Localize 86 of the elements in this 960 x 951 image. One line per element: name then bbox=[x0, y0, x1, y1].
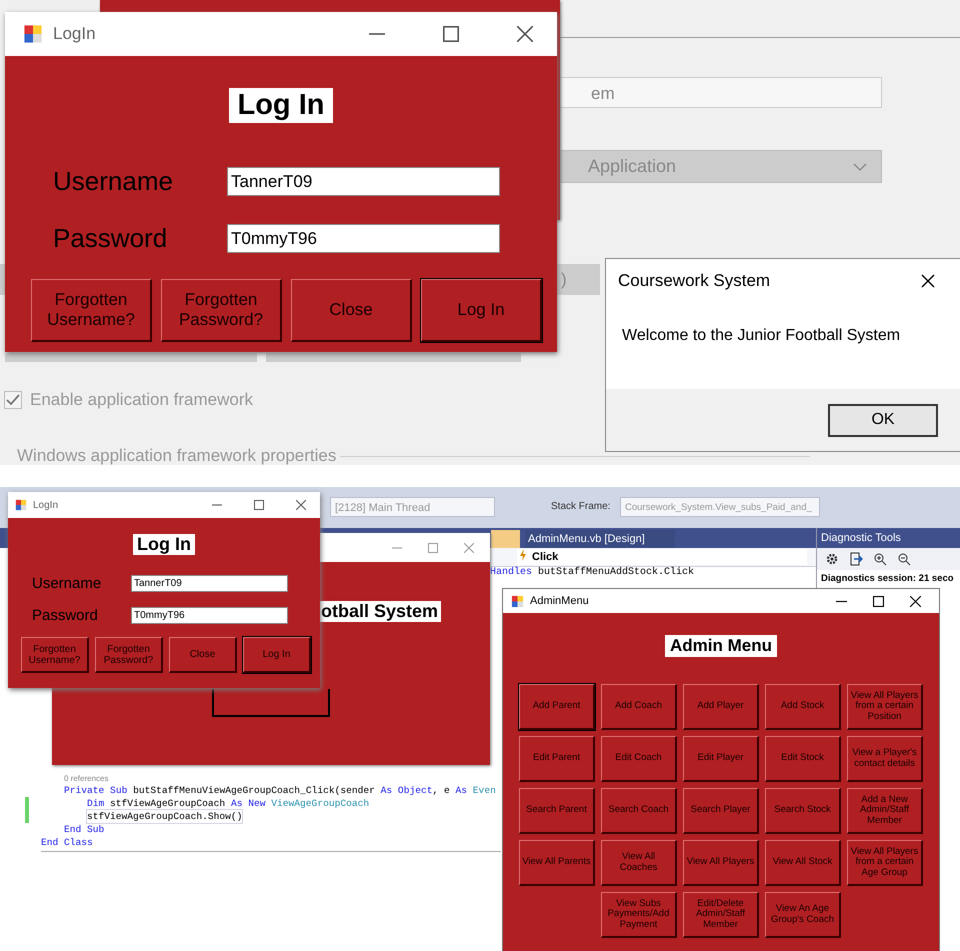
event-dropdown[interactable]: Click bbox=[517, 549, 807, 565]
code-line: End Sub bbox=[64, 823, 104, 836]
zoom-out-icon[interactable] bbox=[897, 552, 911, 566]
ok-button[interactable]: OK bbox=[828, 404, 938, 436]
chevron-down-icon bbox=[853, 162, 867, 170]
dropdown[interactable]: Application bbox=[557, 150, 882, 183]
window-title: Coursework System bbox=[618, 271, 770, 291]
menu-button[interactable]: Add Player bbox=[683, 684, 759, 730]
message-text: Welcome to the Junior Football System bbox=[621, 326, 902, 346]
menu-button[interactable]: Add Coach bbox=[601, 684, 677, 730]
checkbox-label: Enable application framework bbox=[30, 390, 254, 410]
form-button[interactable]: Forgotten Username? bbox=[31, 279, 152, 342]
menu-button[interactable]: View All Players from a certain Age Group bbox=[847, 840, 923, 886]
text-field[interactable]: em bbox=[557, 77, 882, 108]
code-line: Handles butStaffMenuAddStock.Click bbox=[490, 567, 694, 578]
menu-button[interactable]: Add Parent bbox=[519, 684, 595, 730]
form-button[interactable]: Forgotten Username? bbox=[21, 637, 89, 673]
maximize-icon[interactable] bbox=[443, 26, 459, 42]
code-line: Dim stfViewAgeGroupCoach As New ViewAgeGroupCoach bbox=[87, 797, 370, 810]
menu-button[interactable]: Search Stock bbox=[765, 788, 841, 834]
maximize-icon[interactable] bbox=[873, 596, 884, 606]
settings-icon[interactable] bbox=[825, 552, 839, 566]
menu-button[interactable]: Edit Parent bbox=[519, 736, 595, 782]
code-line: End Class bbox=[41, 836, 93, 849]
thread-dropdown[interactable]: [2128] Main Thread bbox=[330, 497, 495, 517]
close-icon[interactable] bbox=[296, 500, 306, 510]
partial-text: ) bbox=[561, 269, 567, 291]
menu-button[interactable]: View Subs Payments/Add Payment bbox=[601, 892, 677, 938]
menu-button[interactable]: Edit Stock bbox=[765, 736, 841, 782]
panel-title: Diagnostic Tools bbox=[817, 528, 960, 548]
close-icon[interactable] bbox=[910, 596, 921, 606]
window-title: LogIn bbox=[33, 500, 58, 510]
session-text: Diagnostics session: 21 seco bbox=[820, 572, 955, 586]
form-heading: Admin Menu bbox=[665, 635, 777, 657]
menu-button[interactable]: Add a New Admin/Staff Member bbox=[847, 788, 923, 834]
input-field[interactable]: T0mmyT96 bbox=[227, 224, 500, 253]
lightning-icon bbox=[519, 549, 527, 561]
form-heading: otball System bbox=[318, 601, 442, 622]
field-label: Password bbox=[53, 223, 168, 254]
menu-button[interactable]: Search Player bbox=[683, 788, 759, 834]
references-label[interactable]: 0 references bbox=[64, 774, 108, 783]
input-field[interactable]: TannerT09 bbox=[227, 167, 500, 196]
group-label: Windows application framework properties bbox=[16, 446, 338, 466]
form-button[interactable]: Forgotten Password? bbox=[95, 637, 163, 673]
menu-button[interactable]: Edit/Delete Admin/Staff Member bbox=[683, 892, 759, 938]
form-heading: Log In bbox=[133, 534, 195, 555]
form-button[interactable]: Log In bbox=[243, 637, 311, 673]
menu-button[interactable]: Add Stock bbox=[765, 684, 841, 730]
app-icon bbox=[511, 594, 524, 608]
menu-button[interactable]: View All Coaches bbox=[601, 840, 677, 886]
menu-button[interactable]: View An Age Group's Coach bbox=[765, 892, 841, 938]
menu-button[interactable]: View All Players from a certain Position bbox=[847, 684, 923, 730]
app-icon bbox=[23, 24, 43, 44]
field-label: Username bbox=[53, 166, 174, 197]
stack-frame-dropdown[interactable]: Coursework_System.View_subs_Paid_and_ bbox=[620, 497, 820, 517]
app-icon bbox=[15, 499, 27, 511]
stack-frame-label: Stack Frame: bbox=[551, 501, 610, 512]
input-field[interactable]: TannerT09 bbox=[131, 574, 288, 592]
zoom-in-icon[interactable] bbox=[873, 552, 887, 566]
menu-button[interactable]: Edit Coach bbox=[601, 736, 677, 782]
window-title: AdminMenu bbox=[530, 595, 589, 607]
code-line: Private Sub butStaffMenuViewAgeGroupCoach_Click(sender As Object, e As Even bbox=[64, 784, 496, 797]
menu-button[interactable]: Search Coach bbox=[601, 788, 677, 834]
form-heading: Log In bbox=[228, 88, 334, 123]
menu-button[interactable]: View All Stock bbox=[765, 840, 841, 886]
checkbox[interactable] bbox=[4, 391, 22, 409]
close-icon[interactable] bbox=[920, 273, 936, 289]
menu-button[interactable]: View All Parents bbox=[519, 840, 595, 886]
menu-button[interactable]: Search Parent bbox=[519, 788, 595, 834]
form-button[interactable]: Close bbox=[291, 279, 412, 342]
form-button[interactable]: Close bbox=[169, 637, 237, 673]
form-button[interactable]: Forgotten Password? bbox=[161, 279, 282, 342]
input-field[interactable]: T0mmyT96 bbox=[131, 606, 288, 624]
menu-button[interactable]: Edit Player bbox=[683, 736, 759, 782]
field-label: Password bbox=[32, 606, 99, 624]
document-tab[interactable]: AdminMenu.vb [Design] bbox=[525, 530, 675, 548]
close-icon[interactable] bbox=[517, 26, 533, 42]
export-icon[interactable] bbox=[849, 552, 863, 566]
menu-button[interactable]: View All Players bbox=[683, 840, 759, 886]
dropdown-value: Application bbox=[588, 156, 676, 177]
form-button[interactable]: Log In bbox=[421, 279, 542, 342]
maximize-icon[interactable] bbox=[254, 500, 264, 510]
window-title: LogIn bbox=[53, 24, 96, 44]
code-line: stfViewAgeGroupCoach.Show() bbox=[87, 810, 242, 823]
field-label: Username bbox=[32, 574, 102, 592]
menu-button[interactable]: View a Player's contact details bbox=[847, 736, 923, 782]
